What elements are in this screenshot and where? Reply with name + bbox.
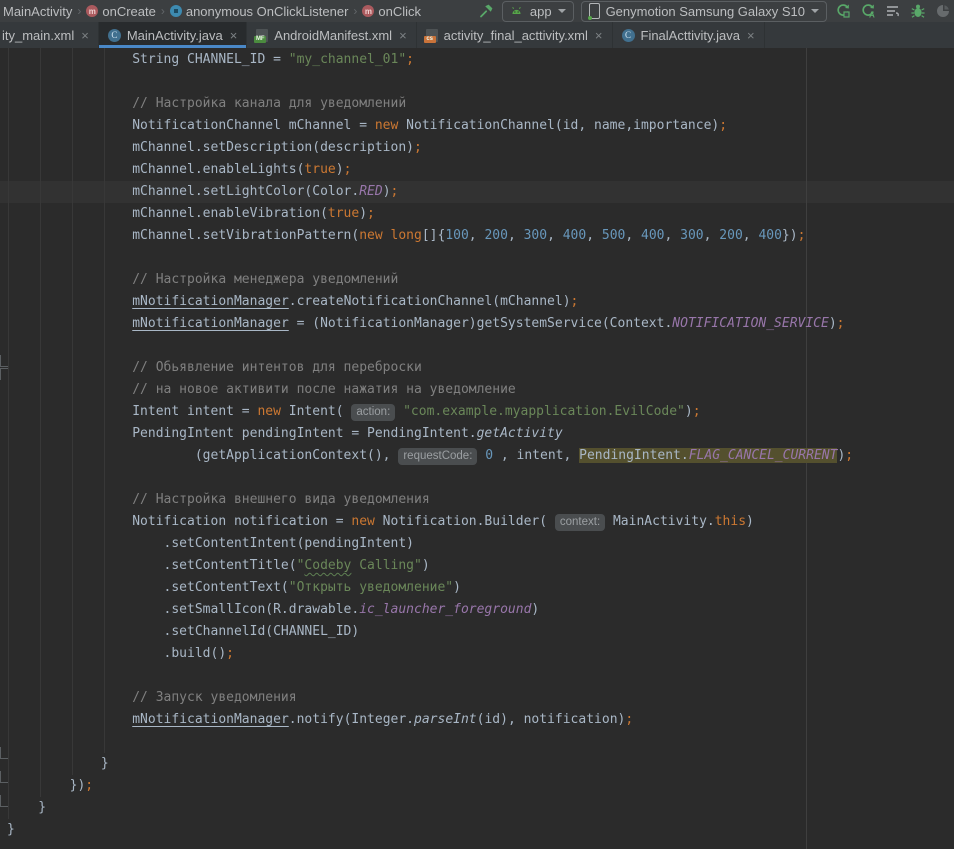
- code-lines: String CHANNEL_ID = "my_channel_01"; // …: [0, 48, 954, 849]
- debug-icon[interactable]: [909, 2, 927, 20]
- code-line[interactable]: }: [7, 753, 954, 775]
- code-line[interactable]: // Запуск уведомления: [7, 687, 954, 709]
- tab-label: ity_main.xml: [2, 28, 74, 43]
- tab-androidmanifest-xml[interactable]: MF AndroidManifest.xml ×: [247, 22, 416, 48]
- main-toolbar: MainActivity › m onCreate › anonymous On…: [0, 0, 954, 22]
- code-line[interactable]: // Обьявление интентов для переброски: [7, 357, 954, 379]
- code-line[interactable]: mChannel.enableVibration(true);: [7, 203, 954, 225]
- code-line[interactable]: NotificationChannel mChannel = new Notif…: [7, 115, 954, 137]
- method-icon: m: [86, 5, 98, 17]
- apply-changes-icon[interactable]: [834, 2, 852, 20]
- code-line[interactable]: [7, 731, 954, 753]
- code-line[interactable]: // Настройка менеджера уведомлений: [7, 269, 954, 291]
- code-line[interactable]: [7, 467, 954, 489]
- code-line[interactable]: // Настройка канала для уведомлений: [7, 93, 954, 115]
- breadcrumb-item-onclick[interactable]: m onClick: [361, 4, 422, 19]
- code-line[interactable]: mChannel.setLightColor(Color.RED);: [7, 181, 954, 203]
- code-line[interactable]: mChannel.setDescription(description);: [7, 137, 954, 159]
- code-line[interactable]: });: [7, 775, 954, 797]
- code-line[interactable]: }: [7, 819, 954, 841]
- breadcrumb-item-oncreate[interactable]: m onCreate: [85, 4, 156, 19]
- close-icon[interactable]: ×: [595, 28, 603, 43]
- code-line[interactable]: .setContentTitle("Codeby Calling"): [7, 555, 954, 577]
- code-line[interactable]: [7, 335, 954, 357]
- code-line[interactable]: // на новое активити после нажатия на ув…: [7, 379, 954, 401]
- method-icon: m: [362, 5, 374, 17]
- code-line[interactable]: .setContentText("Открыть уведомление"): [7, 577, 954, 599]
- tab-label: MainActivity.java: [127, 28, 223, 43]
- run-configuration-select[interactable]: app: [502, 1, 574, 22]
- breadcrumb-item-anonymous-class[interactable]: anonymous OnClickListener: [169, 4, 350, 19]
- code-line[interactable]: mNotificationManager.createNotificationC…: [7, 291, 954, 313]
- tab-activity-final-acttivity-xml[interactable]: cs activity_final_acttivity.xml ×: [417, 22, 613, 48]
- svg-text:A: A: [869, 11, 875, 20]
- tab-label: FinalActtivity.java: [641, 28, 740, 43]
- close-icon[interactable]: ×: [81, 28, 89, 43]
- code-line[interactable]: Notification notification = new Notifica…: [7, 511, 954, 533]
- code-line[interactable]: mChannel.enableLights(true);: [7, 159, 954, 181]
- tab-label: activity_final_acttivity.xml: [444, 28, 588, 43]
- chevron-down-icon: [558, 9, 566, 13]
- code-line[interactable]: (getApplicationContext(), requestCode: 0…: [7, 445, 954, 467]
- editor-tab-bar: ity_main.xml × C MainActivity.java × MF …: [0, 22, 954, 48]
- layout-file-icon: cs: [426, 29, 438, 42]
- run-toolbar: app Genymotion Samsung Galaxy S10 A: [477, 1, 952, 22]
- code-line[interactable]: [7, 665, 954, 687]
- code-line[interactable]: mNotificationManager = (NotificationMana…: [7, 313, 954, 335]
- hammer-icon[interactable]: [477, 2, 495, 20]
- code-line[interactable]: [7, 71, 954, 93]
- anonymous-class-icon: [170, 5, 182, 17]
- tab-activity-main-xml[interactable]: ity_main.xml ×: [0, 22, 99, 48]
- attach-debugger-icon[interactable]: [884, 2, 902, 20]
- breadcrumb-label: onClick: [378, 4, 421, 19]
- close-icon[interactable]: ×: [399, 28, 407, 43]
- breadcrumb-label: anonymous OnClickListener: [186, 4, 349, 19]
- code-line[interactable]: PendingIntent pendingIntent = PendingInt…: [7, 423, 954, 445]
- breadcrumb-item-class[interactable]: MainActivity: [2, 4, 73, 19]
- code-line[interactable]: mNotificationManager.notify(Integer.pars…: [7, 709, 954, 731]
- code-line[interactable]: .build();: [7, 643, 954, 665]
- tab-mainactivity-java[interactable]: C MainActivity.java ×: [99, 22, 247, 48]
- breadcrumb-label: MainActivity: [3, 4, 72, 19]
- phone-icon: [589, 3, 600, 19]
- tab-finalacttivity-java[interactable]: C FinalActtivity.java ×: [613, 22, 765, 48]
- breadcrumb-label: onCreate: [102, 4, 155, 19]
- java-class-icon: C: [622, 29, 635, 42]
- tab-label: AndroidManifest.xml: [274, 28, 392, 43]
- code-line[interactable]: [7, 247, 954, 269]
- profile-icon[interactable]: [934, 2, 952, 20]
- code-line[interactable]: .setContentIntent(pendingIntent): [7, 533, 954, 555]
- close-icon[interactable]: ×: [230, 28, 238, 43]
- breadcrumb-separator: ›: [161, 4, 165, 18]
- breadcrumb: MainActivity › m onCreate › anonymous On…: [2, 4, 422, 19]
- code-line[interactable]: }: [7, 797, 954, 819]
- code-line[interactable]: .setChannelId(CHANNEL_ID): [7, 621, 954, 643]
- device-label: Genymotion Samsung Galaxy S10: [606, 4, 805, 19]
- breadcrumb-separator: ›: [353, 4, 357, 18]
- code-line[interactable]: String CHANNEL_ID = "my_channel_01";: [7, 49, 954, 71]
- code-editor[interactable]: String CHANNEL_ID = "my_channel_01"; // …: [0, 48, 954, 849]
- code-line[interactable]: Intent intent = new Intent( action: "com…: [7, 401, 954, 423]
- android-icon: [510, 4, 524, 18]
- code-line[interactable]: .setSmallIcon(R.drawable.ic_launcher_for…: [7, 599, 954, 621]
- manifest-file-icon: MF: [256, 29, 268, 42]
- code-line[interactable]: mChannel.setVibrationPattern(new long[]{…: [7, 225, 954, 247]
- close-icon[interactable]: ×: [747, 28, 755, 43]
- apply-code-changes-icon[interactable]: A: [859, 2, 877, 20]
- chevron-down-icon: [811, 9, 819, 13]
- breadcrumb-separator: ›: [77, 4, 81, 18]
- run-configuration-label: app: [530, 4, 552, 19]
- device-select[interactable]: Genymotion Samsung Galaxy S10: [581, 1, 827, 22]
- code-line[interactable]: // Настройка внешнего вида уведомления: [7, 489, 954, 511]
- java-class-icon: C: [108, 29, 121, 42]
